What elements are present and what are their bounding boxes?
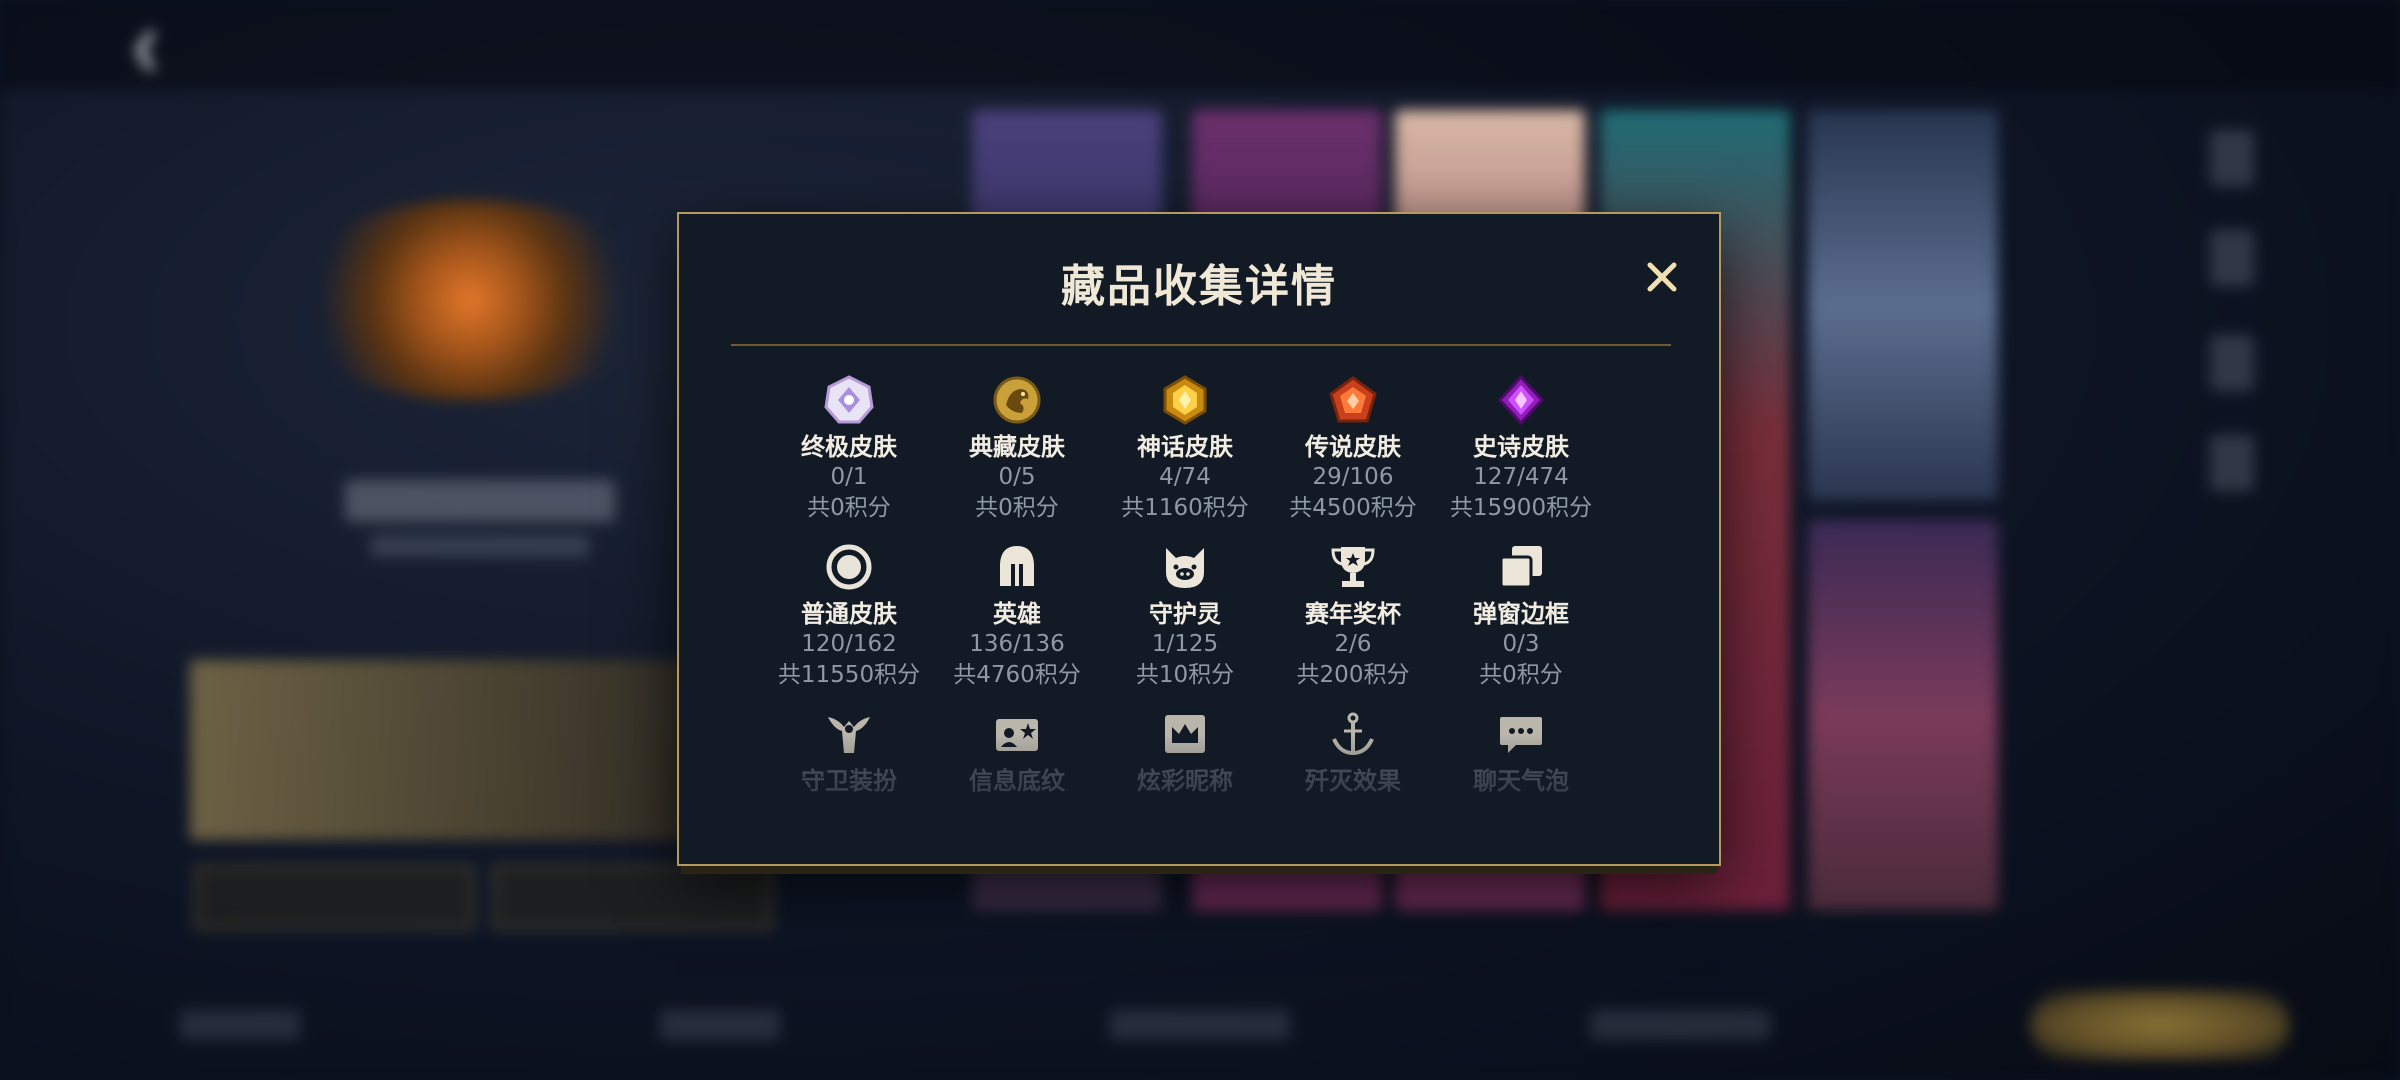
collection-count: 136/136	[969, 631, 1065, 657]
collection-item-legendary-collection-skin[interactable]: 典藏皮肤 0/5 共0积分	[933, 374, 1101, 524]
collection-name: 守护灵	[1149, 600, 1221, 628]
collection-item-chat-bubble[interactable]: 聊天气泡	[1437, 708, 1605, 796]
collection-name: 普通皮肤	[801, 600, 897, 628]
ultimate-skin-icon	[823, 374, 875, 426]
annihilation-effect-icon	[1327, 708, 1379, 760]
chat-bubble-icon	[1495, 708, 1547, 760]
bottom-tab[interactable]	[1590, 1010, 1770, 1040]
close-button[interactable]	[1637, 252, 1687, 302]
collection-item-popup-frame[interactable]: 弹窗边框 0/3 共0积分	[1437, 541, 1605, 691]
collection-count: 0/5	[998, 464, 1036, 490]
collection-points: 共15900积分	[1449, 495, 1593, 521]
collection-points: 共11550积分	[777, 662, 921, 688]
side-menu-icon[interactable]	[2210, 335, 2254, 391]
collection-count: 120/162	[801, 631, 897, 657]
collection-item-normal-skin[interactable]: 普通皮肤 120/162 共11550积分	[765, 541, 933, 691]
collection-item-info-background[interactable]: 信息底纹	[933, 708, 1101, 796]
collection-points: 共4500积分	[1289, 495, 1417, 521]
close-icon	[1647, 262, 1677, 292]
skin-card[interactable]	[1808, 110, 1998, 500]
collection-points: 共0积分	[807, 495, 891, 521]
collection-name: 史诗皮肤	[1473, 433, 1569, 461]
collection-item-legend-skin[interactable]: 传说皮肤 29/106 共4500积分	[1269, 374, 1437, 524]
collection-points: 共0积分	[975, 495, 1059, 521]
left-action-button[interactable]	[195, 865, 474, 929]
trophy-icon	[1327, 541, 1379, 593]
bottom-tab[interactable]	[660, 1010, 780, 1040]
collection-name: 信息底纹	[969, 767, 1065, 795]
collection-count: 1/125	[1151, 631, 1219, 657]
collection-name: 歼灭效果	[1305, 767, 1401, 795]
collection-item-epic-skin[interactable]: 史诗皮肤 127/474 共15900积分	[1437, 374, 1605, 524]
collection-name: 神话皮肤	[1137, 433, 1233, 461]
collection-points: 共200积分	[1296, 662, 1410, 688]
legend-skin-icon	[1327, 374, 1379, 426]
collection-banner[interactable]	[190, 660, 710, 840]
epic-skin-icon	[1495, 374, 1547, 426]
hero-helmet-icon	[991, 541, 1043, 593]
collection-count: 0/3	[1502, 631, 1540, 657]
guardian-spirit-icon	[1159, 541, 1211, 593]
collection-item-colorful-nickname[interactable]: 炫彩昵称	[1101, 708, 1269, 796]
side-menu-icon[interactable]	[2210, 230, 2254, 286]
collection-name: 传说皮肤	[1305, 433, 1401, 461]
player-name-placeholder	[345, 480, 615, 522]
normal-skin-icon	[823, 541, 875, 593]
collection-name: 弹窗边框	[1473, 600, 1569, 628]
collection-points: 共4760积分	[953, 662, 1081, 688]
mythic-skin-icon	[1159, 374, 1211, 426]
collection-name: 赛年奖杯	[1305, 600, 1401, 628]
guard-outfit-icon	[823, 708, 875, 760]
popup-frame-icon	[1495, 541, 1547, 593]
rank-emblem	[280, 200, 660, 400]
collection-count: 0/1	[830, 464, 868, 490]
collection-item-annihilation-effect[interactable]: 歼灭效果	[1269, 708, 1437, 796]
collection-name: 英雄	[993, 600, 1041, 628]
collection-name: 终极皮肤	[801, 433, 897, 461]
dialog-title: 藏品收集详情	[1061, 261, 1337, 312]
collection-details-dialog: 藏品收集详情 终极皮肤 0/1 共0积分 典藏皮肤 0/5 共0积分 神话皮肤 …	[677, 212, 1721, 866]
bottom-tab[interactable]	[180, 1010, 300, 1040]
collection-item-guard-outfit[interactable]: 守卫装扮	[765, 708, 933, 796]
collection-item-ultimate-skin[interactable]: 终极皮肤 0/1 共0积分	[765, 374, 933, 524]
back-chevron-icon[interactable]: ❮	[130, 26, 162, 70]
collection-count: 2/6	[1334, 631, 1372, 657]
collection-name: 守卫装扮	[801, 767, 897, 795]
legendary-collection-skin-icon	[991, 374, 1043, 426]
colorful-nickname-icon	[1159, 708, 1211, 760]
collection-count: 29/106	[1312, 464, 1394, 490]
side-menu-icon[interactable]	[2210, 130, 2254, 186]
collection-count: 4/74	[1159, 464, 1211, 490]
collection-item-season-trophy[interactable]: 赛年奖杯 2/6 共200积分	[1269, 541, 1437, 691]
bottom-tab[interactable]	[1110, 1010, 1290, 1040]
collection-points: 共1160积分	[1121, 495, 1249, 521]
collection-item-hero[interactable]: 英雄 136/136 共4760积分	[933, 541, 1101, 691]
info-background-icon	[991, 708, 1043, 760]
title-divider	[731, 344, 1671, 346]
bottom-gold-button[interactable]	[2030, 990, 2290, 1060]
collection-count: 127/474	[1473, 464, 1569, 490]
side-menu-icon[interactable]	[2210, 435, 2254, 491]
collection-item-mythic-skin[interactable]: 神话皮肤 4/74 共1160积分	[1101, 374, 1269, 524]
collection-name: 典藏皮肤	[969, 433, 1065, 461]
collection-points: 共10积分	[1135, 662, 1235, 688]
collection-name: 聊天气泡	[1473, 767, 1569, 795]
collection-item-guardian-spirit[interactable]: 守护灵 1/125 共10积分	[1101, 541, 1269, 691]
collection-name: 炫彩昵称	[1137, 767, 1233, 795]
top-bar: ❮	[0, 0, 2400, 90]
right-action-button[interactable]	[493, 865, 772, 929]
player-subtitle-placeholder	[370, 535, 590, 557]
collection-points: 共0积分	[1479, 662, 1563, 688]
skin-card[interactable]	[1808, 520, 1998, 910]
